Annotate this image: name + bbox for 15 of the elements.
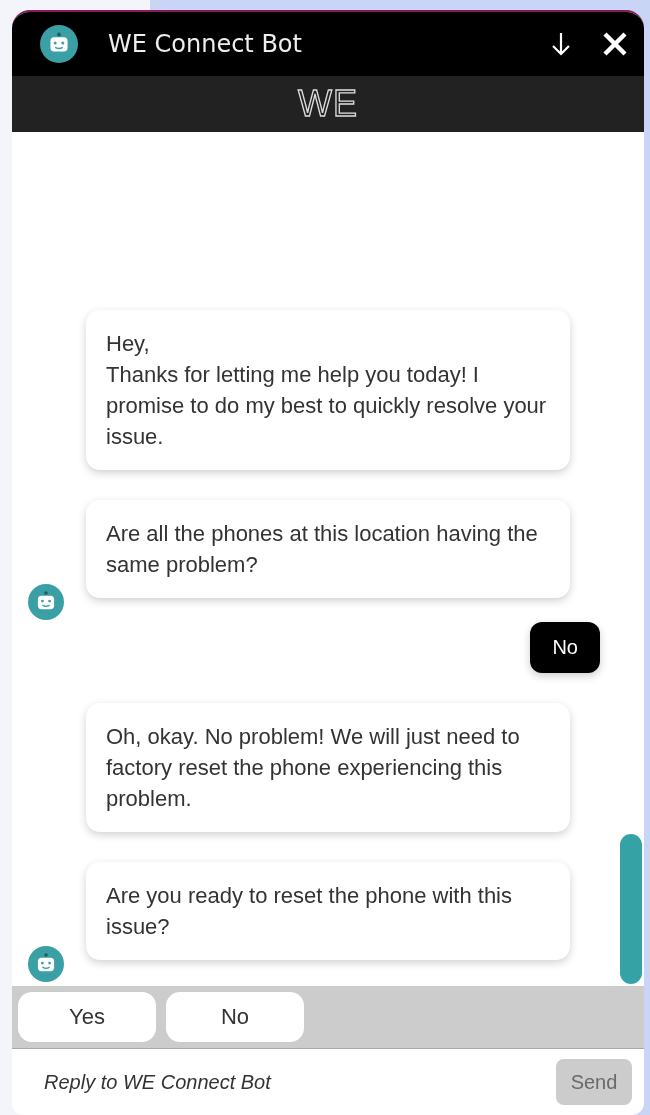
user-message: No — [530, 622, 600, 673]
close-icon[interactable] — [602, 31, 628, 57]
quick-reply-button[interactable]: Yes — [18, 992, 156, 1042]
bot-avatar-icon — [28, 584, 64, 620]
bot-message: Are all the phones at this location having the same problem? — [86, 500, 570, 598]
bot-message: Are you ready to reset the phone with this issue? — [86, 862, 570, 960]
chat-title: WE Connect Bot — [108, 30, 303, 58]
brand-logo: WE — [298, 83, 358, 125]
bot-message: Oh, okay. No problem! We will just need to factory reset the phone experiencing this problem. — [86, 703, 570, 832]
minimize-arrow-icon[interactable] — [550, 31, 572, 57]
bot-avatar-icon — [40, 25, 78, 63]
quick-reply-button[interactable]: No — [166, 992, 304, 1042]
scrollbar-thumb[interactable] — [620, 834, 642, 984]
bot-avatar-icon — [28, 946, 64, 982]
bot-message: Hey, Thanks for letting me help you today! I promise to do my best to quickly resolve your issue. — [86, 310, 570, 470]
